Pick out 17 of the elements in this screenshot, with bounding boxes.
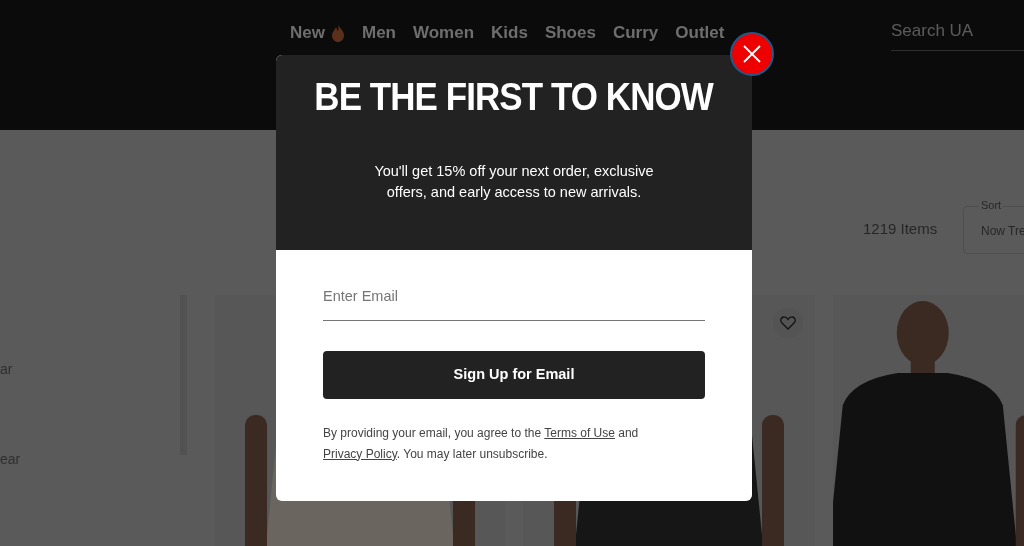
flame-icon	[330, 23, 345, 42]
nav-link[interactable]: Women	[412, 20, 475, 46]
modal-title: BE THE FIRST TO KNOW	[314, 77, 714, 119]
sign-up-button[interactable]: Sign Up for Email	[323, 350, 705, 399]
nav-link[interactable]: New	[290, 20, 345, 46]
close-icon	[743, 45, 761, 63]
legal-link[interactable]: Terms of Use	[544, 425, 615, 440]
nav-link[interactable]: Curry	[612, 20, 659, 46]
nav-link[interactable]: Shoes	[544, 20, 596, 46]
legal-text: By providing your email, you agree to the Terms of Use and Privacy Policy. You may later unsubscribe.	[323, 424, 640, 463]
search-field[interactable]: Search UA	[891, 16, 1024, 51]
nav-link[interactable]: Kids	[491, 20, 528, 46]
legal-link[interactable]: Privacy Policy	[323, 446, 397, 461]
nav-link[interactable]: Outlet	[675, 20, 725, 46]
heart-icon	[780, 316, 796, 330]
nav-link[interactable]: Men	[361, 20, 396, 46]
modal-message: You'll get 15% off your next order, exclusive offers, and early access to new arrivals.	[373, 161, 655, 202]
